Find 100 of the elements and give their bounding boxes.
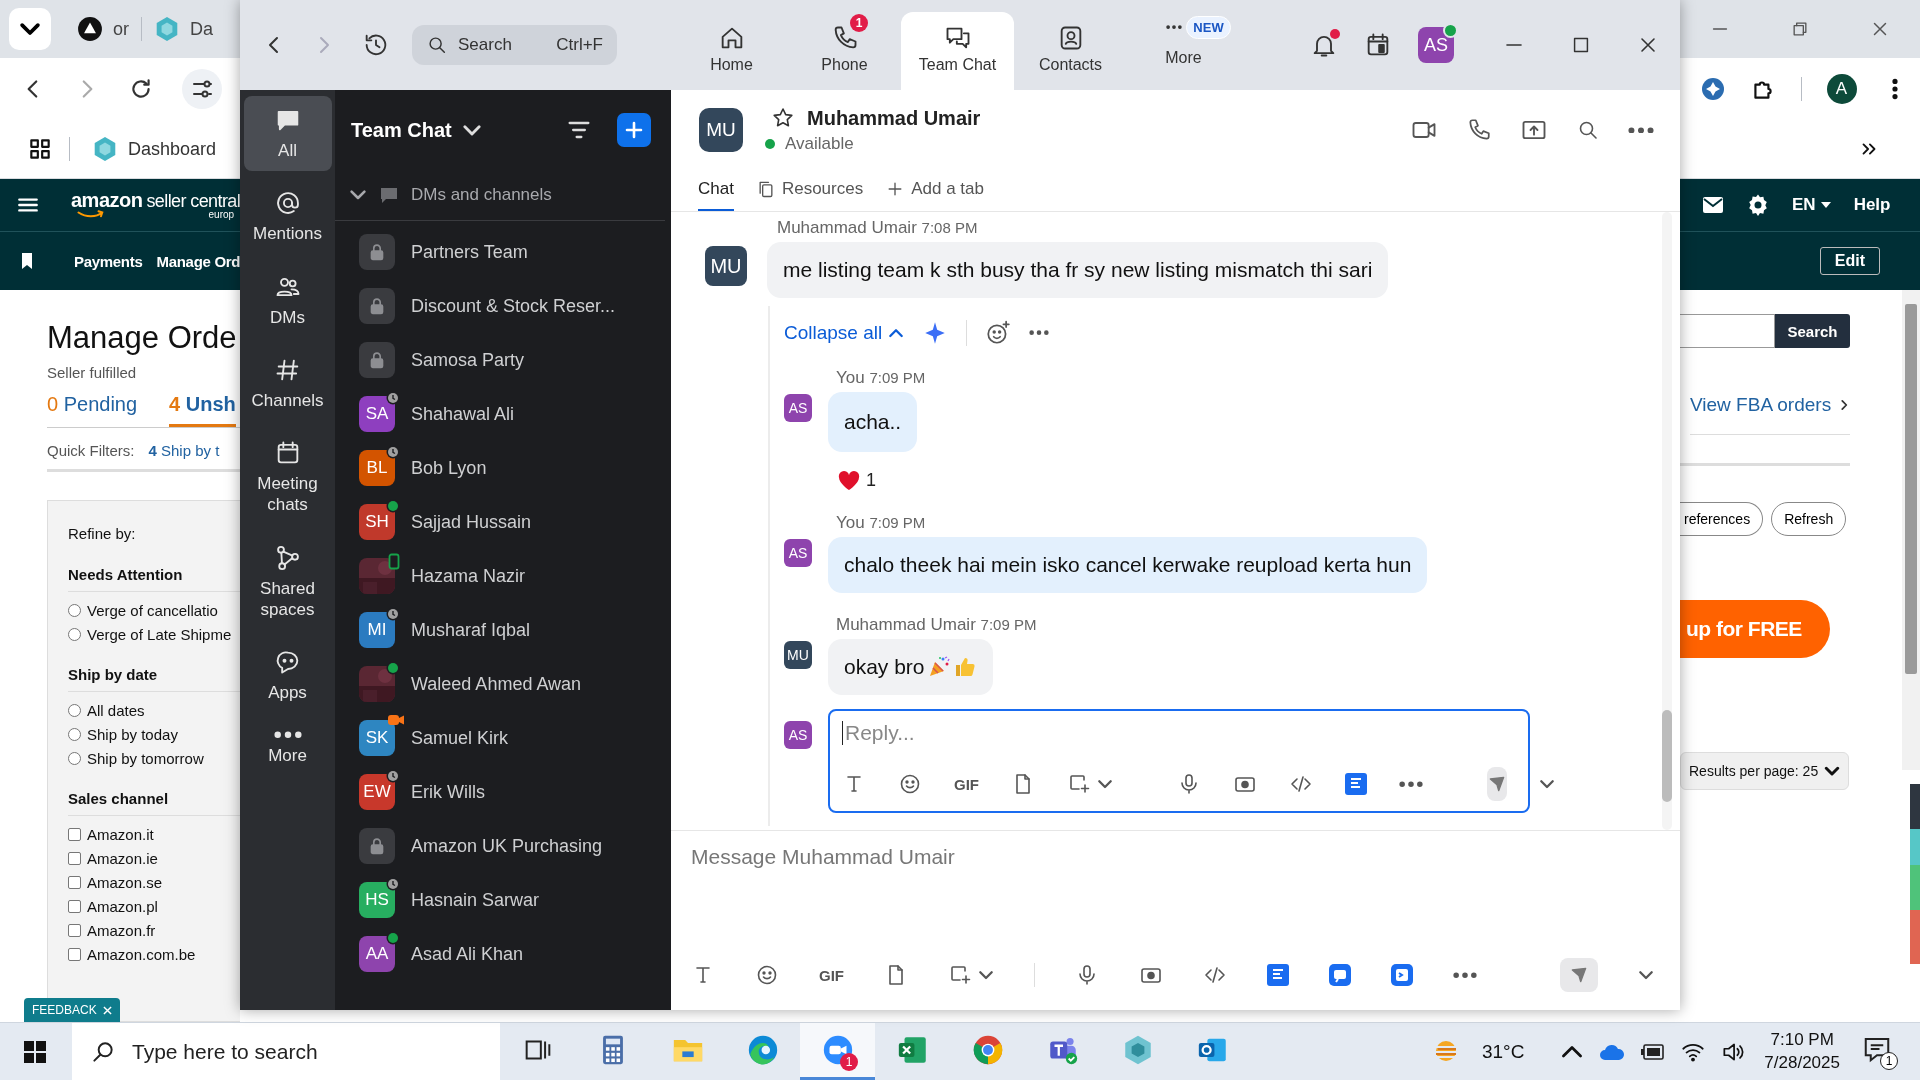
radio-button[interactable]	[68, 703, 81, 717]
chat-list-item[interactable]: HS Hasnain Sarwar	[335, 873, 671, 927]
extension-icon[interactable]	[1700, 77, 1725, 101]
feedback-button[interactable]: FEEDBACK	[24, 998, 120, 1022]
more-icon[interactable]	[1399, 780, 1423, 788]
chat-list-item[interactable]: Samosa Party	[335, 333, 671, 387]
clock[interactable]: 7:10 PM 7/28/2025	[1764, 1028, 1840, 1075]
add-reaction-icon[interactable]	[985, 320, 1012, 346]
gif-button[interactable]: GIF	[819, 966, 844, 984]
new-chat-button[interactable]	[617, 113, 651, 147]
emoji-icon[interactable]	[898, 772, 922, 796]
fba-orders-link[interactable]: View FBA orders	[1690, 394, 1832, 416]
radio-button[interactable]	[68, 603, 81, 617]
tab-title[interactable]: or	[113, 18, 129, 40]
nav-tab[interactable]: NEW More	[1127, 12, 1240, 90]
profile-avatar[interactable]: A	[1826, 74, 1857, 104]
results-per-page-dropdown[interactable]: Results per page: 25	[1680, 752, 1850, 790]
order-tab[interactable]: 0 Pending	[47, 393, 138, 427]
bookmark-link[interactable]: Dashboard	[128, 138, 217, 160]
user-avatar[interactable]: AS	[1418, 27, 1454, 63]
chat-list-item[interactable]: MI Musharaf Iqbal	[335, 603, 671, 657]
order-tab[interactable]: 4 Unsh	[169, 393, 236, 427]
checkbox[interactable]	[68, 875, 81, 889]
nav-tab[interactable]: Team Chat	[901, 12, 1014, 90]
caret-icon[interactable]	[461, 123, 482, 137]
chat-list-item[interactable]: Waleed Ahmed Awan	[335, 657, 671, 711]
mail-icon[interactable]	[1702, 196, 1724, 214]
whiteboard-app-icon[interactable]	[1329, 964, 1351, 986]
rail-item[interactable]: More	[243, 721, 332, 776]
tab-search-button[interactable]	[9, 8, 51, 50]
more-icon[interactable]	[1029, 330, 1050, 336]
caret-icon[interactable]	[1097, 778, 1113, 790]
chat-list-item[interactable]: SH Sajjad Hussain	[335, 495, 671, 549]
phone-call-icon[interactable]	[1466, 117, 1492, 143]
nav-tab[interactable]: 1 Phone	[788, 12, 901, 90]
preferences-button[interactable]: references	[1680, 502, 1764, 536]
chat-list-item[interactable]: AA Asad Ali Khan	[335, 927, 671, 981]
settings-icon[interactable]	[1746, 193, 1770, 217]
emoji-icon[interactable]	[755, 963, 779, 987]
search-button[interactable]: Search	[1775, 314, 1850, 348]
caret-icon[interactable]	[978, 969, 994, 981]
rail-item[interactable]: Meeting chats	[243, 429, 332, 526]
taskbar-app[interactable]: 1	[800, 1023, 875, 1080]
screenshot-icon[interactable]	[948, 963, 972, 987]
start-icon[interactable]	[24, 1040, 46, 1063]
language-menu[interactable]: EN	[1792, 195, 1832, 215]
message-field[interactable]: Message Muhammad Umair GIF	[671, 830, 1680, 1010]
more-icon[interactable]	[1453, 971, 1477, 979]
document-app-icon[interactable]	[1267, 964, 1289, 986]
action-center-button[interactable]: 1	[1862, 1033, 1898, 1070]
help-link[interactable]: Help	[1853, 195, 1891, 215]
chat-list-item[interactable]: Hazama Nazir	[335, 549, 671, 603]
bookmark-icon[interactable]	[20, 252, 34, 270]
send-button[interactable]	[1560, 958, 1598, 992]
conversation-tab[interactable]: Resources	[755, 179, 864, 211]
caret-icon[interactable]	[1638, 969, 1654, 981]
chat-list-item[interactable]: SK Samuel Kirk	[335, 711, 671, 765]
battery-icon[interactable]	[1640, 1042, 1667, 1061]
quick-filter-link[interactable]: 4 Ship by t	[148, 442, 220, 459]
nav-tab[interactable]: Contacts	[1014, 12, 1127, 90]
radio-button[interactable]	[68, 627, 81, 641]
caret-icon[interactable]	[1539, 778, 1555, 790]
close-icon[interactable]	[102, 1005, 112, 1015]
checkbox[interactable]	[68, 923, 81, 937]
document-app-icon[interactable]	[1345, 773, 1367, 795]
taskbar-search-field[interactable]: Type here to search	[72, 1023, 500, 1080]
refresh-button[interactable]: Refresh	[1771, 502, 1847, 536]
screenshot-icon[interactable]	[1067, 772, 1091, 796]
radio-button[interactable]	[68, 727, 81, 741]
rail-item[interactable]: Apps	[243, 638, 332, 714]
chat-list-item[interactable]: BL Bob Lyon	[335, 441, 671, 495]
chat-list-item[interactable]: Discount & Stock Reser...	[335, 279, 671, 333]
rail-item[interactable]: Channels	[243, 345, 332, 421]
checkbox[interactable]	[68, 827, 81, 841]
checkbox[interactable]	[68, 899, 81, 913]
reaction[interactable]: 1	[838, 470, 926, 491]
nav-link[interactable]: Payments	[74, 252, 143, 270]
section-toggle[interactable]	[349, 189, 367, 201]
rail-item[interactable]: DMs	[243, 262, 332, 338]
chat-list-item[interactable]: SA Shahawal Ali	[335, 387, 671, 441]
scrollbar[interactable]	[1662, 212, 1672, 830]
conversation-tab[interactable]: Chat	[698, 179, 734, 211]
send-button[interactable]	[1487, 767, 1507, 801]
site-settings-icon[interactable]	[182, 69, 222, 109]
scrollbar[interactable]	[1902, 290, 1920, 770]
notes-app-icon[interactable]	[1391, 964, 1413, 986]
tab-title[interactable]: Da	[190, 18, 214, 40]
edit-button[interactable]: Edit	[1819, 247, 1880, 275]
gif-button[interactable]: GIF	[954, 775, 979, 793]
apps-grid-icon[interactable]	[27, 136, 53, 162]
rail-item[interactable]: All	[243, 96, 332, 172]
collapse-all-button[interactable]: Collapse all	[784, 322, 905, 344]
add-tab-button[interactable]: Add a tab	[885, 179, 984, 211]
chat-list-item[interactable]: Amazon UK Purchasing	[335, 819, 671, 873]
radio-button[interactable]	[68, 751, 81, 765]
chat-list-item[interactable]: EW Erik Wills	[335, 765, 671, 819]
search-field[interactable]: Search Ctrl+F	[412, 25, 617, 65]
more-icon[interactable]	[1628, 126, 1654, 134]
rail-item[interactable]: Mentions	[243, 179, 332, 255]
checkbox[interactable]	[68, 947, 81, 961]
